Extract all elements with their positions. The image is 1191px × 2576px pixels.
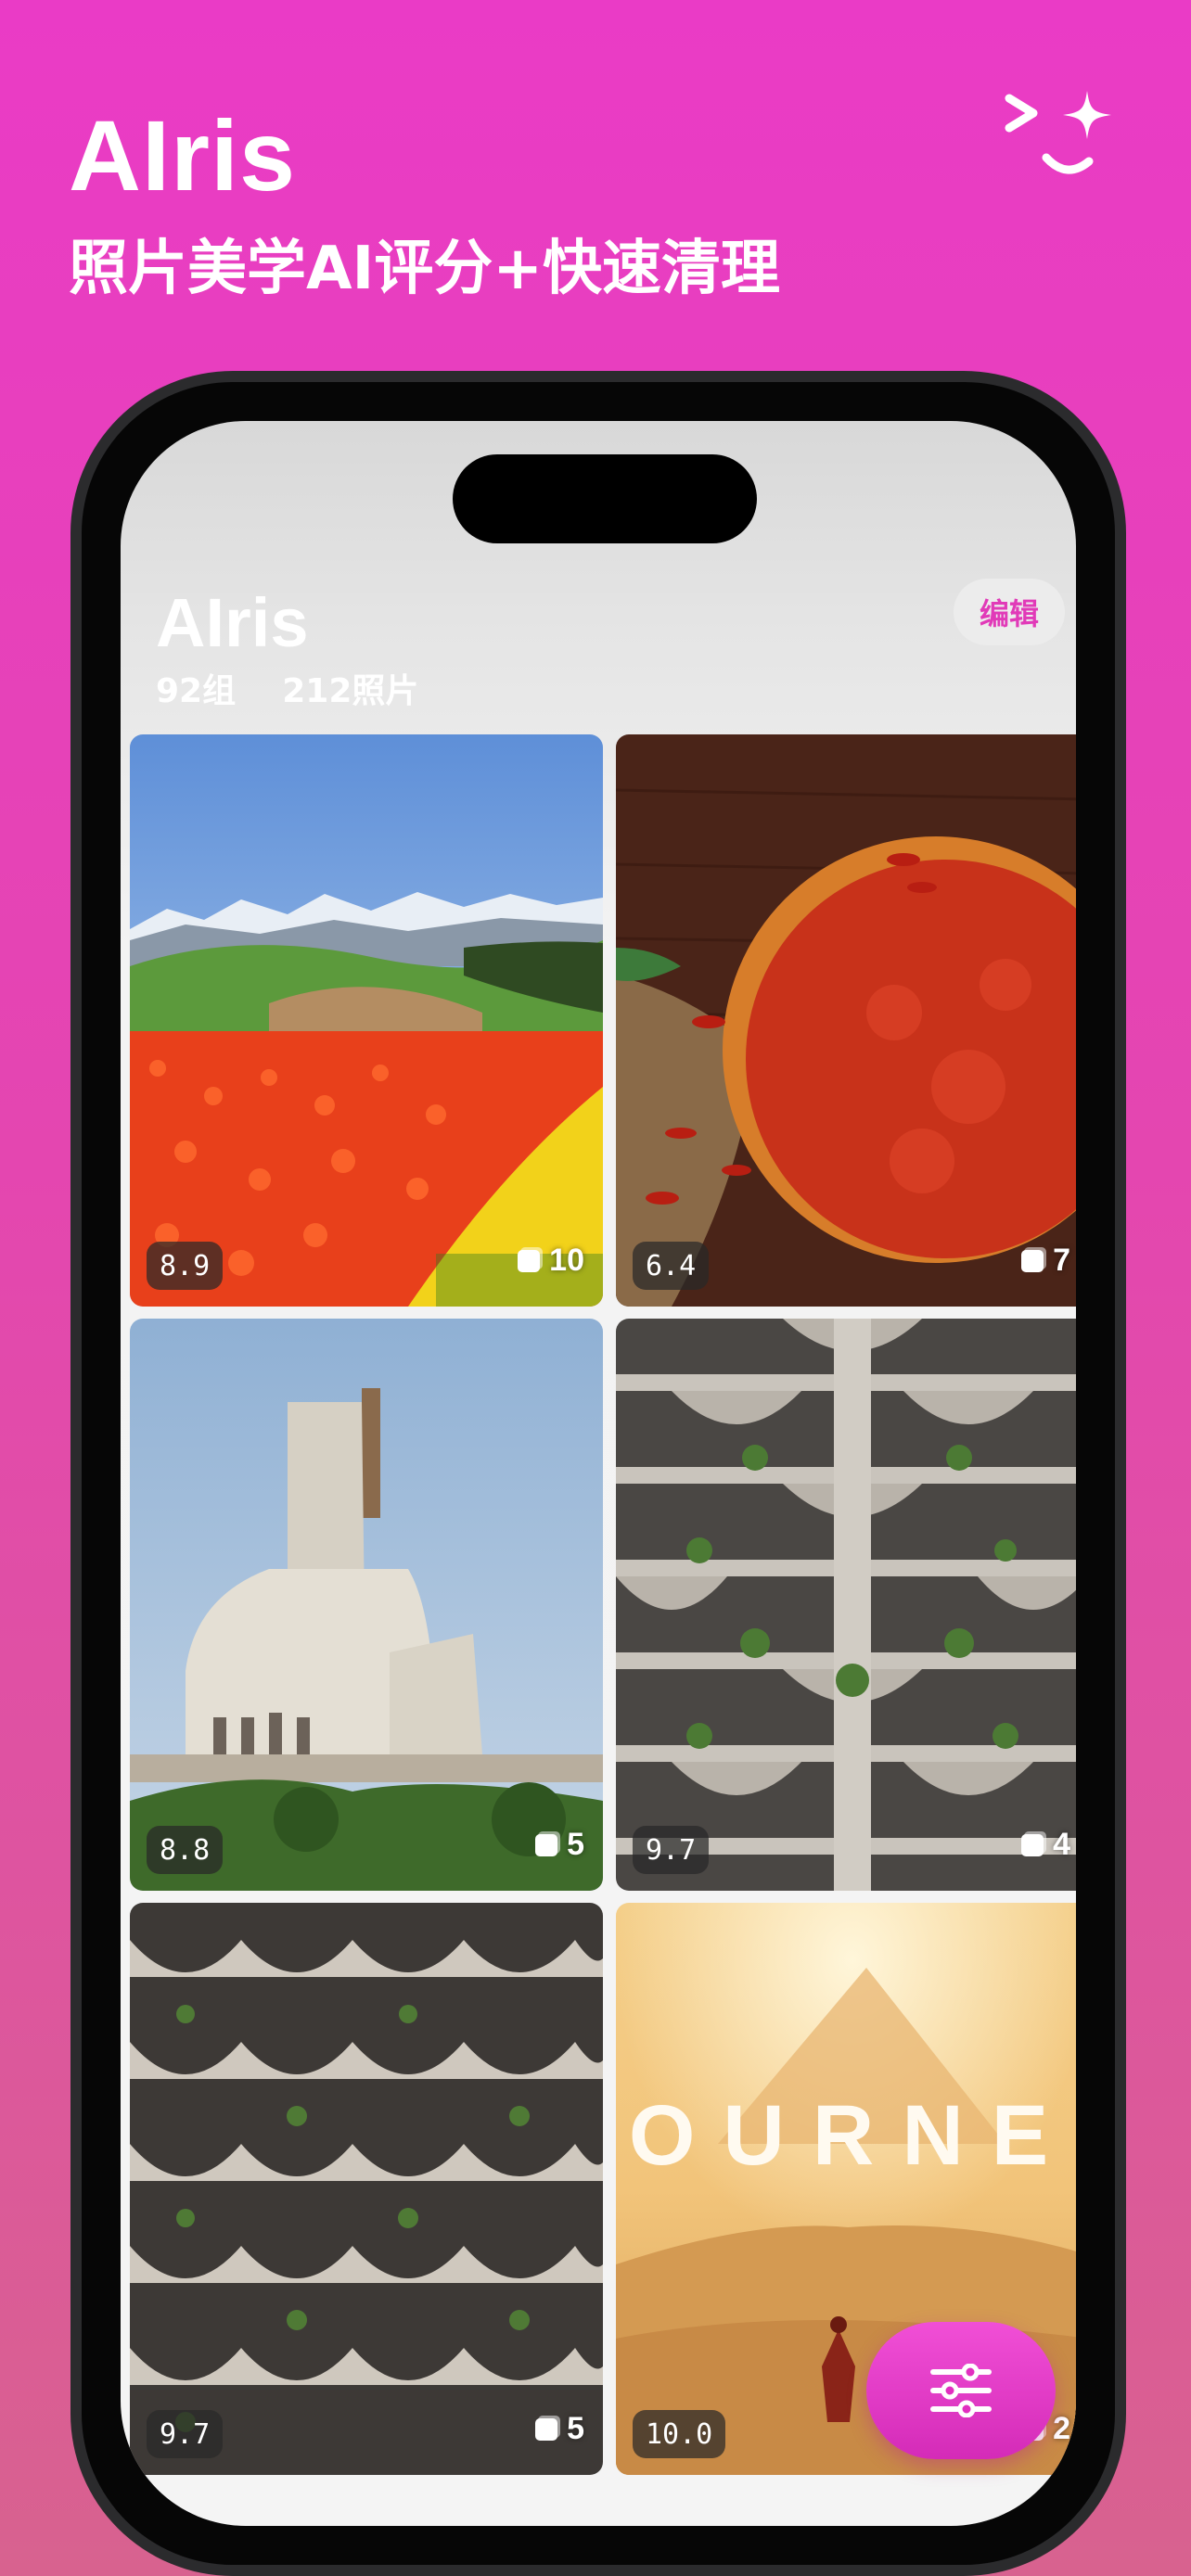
stack-icon [518, 1249, 541, 1272]
hero-subtitle: 照片美学AI评分+快速清理 [69, 235, 780, 303]
dynamic-island [453, 454, 757, 543]
score-badge: 9.7 [147, 2410, 224, 2458]
photo-tile[interactable]: 8.9 10 [130, 734, 603, 1307]
score-badge: 6.4 [633, 1242, 710, 1290]
photo-tile[interactable]: 6.4 7 [616, 734, 1076, 1307]
photo-brutalist-balconies [616, 1319, 1076, 1891]
score-badge: 8.9 [147, 1242, 224, 1290]
group-size: 7 [1053, 1243, 1070, 1278]
photo-count: 212照片 [282, 672, 419, 710]
photo-chili-powder [616, 734, 1076, 1307]
edit-button[interactable]: 编辑 [954, 579, 1065, 645]
app-title: AIris [156, 584, 309, 661]
photo-tile[interactable]: 9.7 4 [616, 1319, 1076, 1891]
smile-sparkle-icon [1005, 91, 1111, 174]
phone-frame: AIris 92组 212照片 编辑 8.9 10 6.4 7 8.8 5 9.… [70, 371, 1126, 2576]
group-count: 92组 [156, 672, 237, 710]
group-size-label: 10 [518, 1243, 584, 1279]
poster-title-text: OURNE [629, 2088, 1076, 2183]
stack-icon [1021, 1833, 1044, 1856]
stack-icon [535, 1833, 558, 1856]
group-size-label: 4 [1021, 1827, 1070, 1863]
stack-icon [1021, 1249, 1044, 1272]
group-size: 5 [567, 1827, 584, 1862]
group-size: 4 [1053, 1827, 1070, 1862]
group-size: 2 [1053, 2411, 1070, 2446]
photo-tulip-field [130, 734, 603, 1307]
score-badge: 8.8 [147, 1826, 224, 1874]
photo-curved-facade [130, 1903, 603, 2475]
group-size-label: 5 [535, 2411, 584, 2447]
group-size: 10 [549, 1243, 584, 1278]
hero-title: AIris [69, 99, 297, 211]
photo-tile[interactable]: 8.8 5 [130, 1319, 603, 1891]
group-size-label: 7 [1021, 1243, 1070, 1279]
sliders-icon [930, 2364, 992, 2417]
group-size: 5 [567, 2411, 584, 2446]
app-stats: 92组 212照片 [156, 664, 418, 712]
score-badge: 9.7 [633, 1826, 710, 1874]
group-size-label: 5 [535, 1827, 584, 1863]
filter-button[interactable] [866, 2322, 1056, 2459]
app-screen: AIris 92组 212照片 编辑 8.9 10 6.4 7 8.8 5 9.… [121, 421, 1076, 2526]
stack-icon [535, 2417, 558, 2441]
photo-modernist-building [130, 1319, 603, 1891]
photo-tile[interactable]: 9.7 5 [130, 1903, 603, 2475]
score-badge: 10.0 [633, 2410, 726, 2458]
